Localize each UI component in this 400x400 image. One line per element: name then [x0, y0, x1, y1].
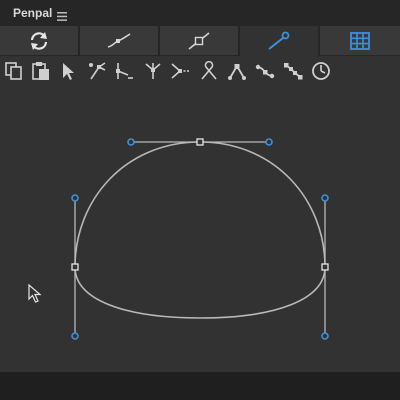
control-handle	[321, 194, 329, 202]
drawing-canvas[interactable]	[0, 90, 400, 372]
bezier-path[interactable]	[74, 141, 326, 319]
control-handle	[71, 332, 79, 340]
status-bar	[0, 372, 400, 400]
toolbar	[0, 56, 400, 90]
branch-icon[interactable]	[142, 60, 164, 82]
timer-icon[interactable]	[310, 60, 332, 82]
anchor-point	[196, 138, 204, 146]
control-handles[interactable]	[71, 138, 329, 340]
hamburger-menu-icon[interactable]	[57, 8, 67, 26]
smooth-path-icon[interactable]	[282, 60, 304, 82]
corner-point-icon[interactable]	[226, 60, 248, 82]
tool-tab-bar	[0, 26, 400, 56]
mouse-pointer-icon	[28, 283, 42, 309]
smooth-point-icon[interactable]	[254, 60, 276, 82]
app-title: Penpal	[13, 6, 53, 20]
tab-straight-segment[interactable]	[160, 26, 238, 55]
control-handle	[321, 332, 329, 340]
title-bar: Penpal	[0, 0, 400, 26]
anchor-point	[71, 263, 79, 271]
control-handle	[265, 138, 273, 146]
control-handle	[71, 194, 79, 202]
merge-icon[interactable]	[169, 60, 191, 82]
add-point-icon[interactable]	[87, 60, 109, 82]
control-handle	[127, 138, 135, 146]
anchor-points[interactable]	[71, 138, 329, 271]
paste-icon[interactable]	[30, 60, 52, 82]
remove-point-icon[interactable]	[113, 60, 135, 82]
tab-grid[interactable]	[320, 26, 400, 55]
tab-pen-tool[interactable]	[240, 26, 318, 56]
tab-curve[interactable]	[80, 26, 158, 55]
anchor-point	[321, 263, 329, 271]
copy-icon[interactable]	[3, 60, 25, 82]
tab-refresh[interactable]	[0, 26, 78, 55]
crossing-icon[interactable]	[198, 60, 220, 82]
select-arrow-icon[interactable]	[57, 60, 79, 82]
